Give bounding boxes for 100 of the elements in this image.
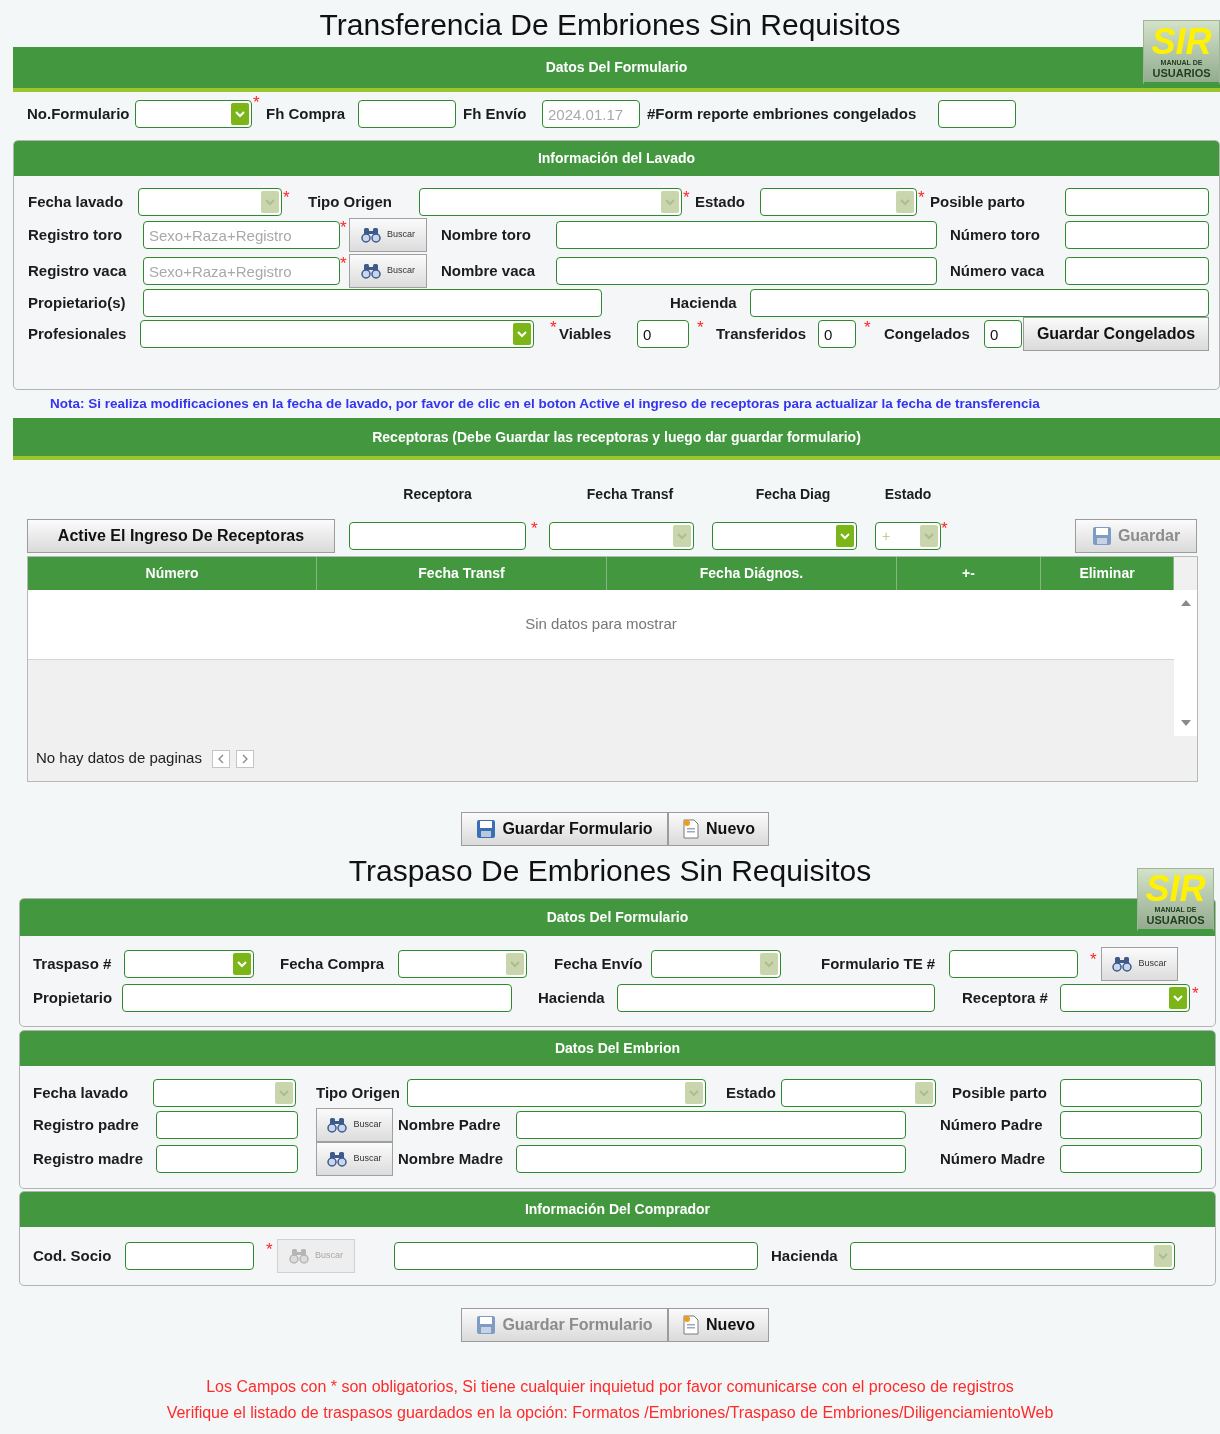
field-label: Traspaso # [33, 953, 113, 974]
field-label: Nombre Padre [398, 1114, 502, 1135]
text-field[interactable] [1060, 1111, 1202, 1139]
field-label: Hacienda [771, 1245, 839, 1266]
field-label: Receptora # [962, 987, 1049, 1008]
chevron-down-icon [1154, 1245, 1172, 1267]
chevron-down-icon [673, 525, 691, 547]
section-header: Información del Lavado [14, 141, 1219, 176]
text-field[interactable]: 0 [818, 320, 856, 348]
page-title: Transferencia De Embriones Sin Requisitos [319, 6, 901, 43]
logo-subtitle: USUARIOS [1152, 66, 1211, 79]
binoculars-icon [361, 263, 381, 279]
dropdown-field[interactable] [1060, 984, 1190, 1012]
field-label: Registro padre [33, 1114, 140, 1135]
chevron-down-icon [896, 191, 914, 213]
chevron-down-icon [513, 323, 531, 345]
required-mark: * [941, 518, 949, 537]
text-field[interactable]: Sexo+Raza+Registro [143, 221, 340, 249]
text-field[interactable] [1065, 221, 1209, 249]
field-label: Tipo Origen [308, 191, 393, 212]
text-field[interactable] [143, 289, 602, 317]
required-mark: * [918, 187, 926, 206]
field-label: Posible parto [952, 1082, 1049, 1103]
text-field[interactable] [122, 984, 512, 1012]
required-mark: * [266, 1239, 274, 1258]
action-button[interactable]: Guardar Congelados [1023, 317, 1209, 351]
field-label: Número Padre [940, 1114, 1044, 1135]
chevron-down-icon [233, 953, 251, 975]
text-field[interactable] [394, 1242, 758, 1270]
search-button[interactable]: Buscar [1101, 947, 1178, 981]
dropdown-field[interactable] [124, 950, 254, 978]
field-label: Congelados [884, 323, 971, 344]
new-document-icon [682, 1315, 701, 1335]
action-button[interactable]: Nuevo [668, 1308, 769, 1342]
field-label: No.Formulario [27, 103, 131, 124]
previous-page-button[interactable] [211, 749, 230, 768]
field-label: Propietario(s) [28, 292, 127, 313]
action-button[interactable]: Guardar Formulario [461, 812, 668, 846]
dropdown-field[interactable] [140, 320, 534, 348]
chevron-down-icon [275, 1082, 293, 1104]
search-button[interactable]: Buscar [349, 254, 427, 288]
binoculars-icon [327, 1151, 348, 1167]
binoculars-icon [327, 1117, 348, 1133]
chevron-down-icon [1169, 987, 1187, 1009]
action-button[interactable]: Active El Ingreso De Receptoras [27, 519, 335, 553]
field-label: Nombre Madre [398, 1148, 505, 1169]
column-label: Fecha Transf [585, 484, 675, 504]
text-field[interactable]: 2024.01.17 [542, 100, 640, 128]
text-field[interactable] [938, 100, 1016, 128]
action-button[interactable]: Nuevo [668, 812, 769, 846]
field-label: Registro vaca [28, 260, 128, 281]
scrollbar[interactable] [1174, 590, 1197, 736]
chevron-down-icon [836, 525, 854, 547]
text-field[interactable] [1065, 188, 1209, 216]
field-label: Estado [726, 1082, 777, 1103]
search-button[interactable]: Buscar [316, 1142, 393, 1176]
required-mark: * [340, 217, 348, 236]
text-field[interactable] [349, 522, 526, 550]
chevron-down-icon [760, 953, 778, 975]
text-field[interactable] [617, 984, 935, 1012]
text-field[interactable]: 0 [984, 320, 1022, 348]
next-page-button[interactable] [235, 749, 254, 768]
chevron-down-icon [506, 953, 524, 975]
required-mark: * [864, 317, 872, 336]
triangle-up-icon [1180, 600, 1191, 606]
text-field[interactable] [156, 1111, 298, 1139]
field-label: Fecha Compra [280, 953, 386, 974]
field-label: Hacienda [670, 292, 738, 313]
text-field[interactable] [556, 221, 937, 249]
required-mark: * [683, 187, 691, 206]
required-mark: * [340, 253, 348, 272]
field-label: Número vaca [950, 260, 1046, 281]
field-label: Estado [695, 191, 746, 212]
field-label: Número Madre [940, 1148, 1047, 1169]
field-label: Viables [559, 323, 613, 344]
text-field[interactable] [125, 1242, 254, 1270]
text-field[interactable]: Sexo+Raza+Registro [143, 257, 340, 285]
field-label: Registro toro [28, 224, 124, 245]
chevron-down-icon [920, 525, 938, 547]
chevron-down-icon [661, 191, 679, 213]
text-field[interactable] [358, 100, 456, 128]
dropdown-field[interactable] [135, 100, 252, 128]
field-label: Propietario [33, 987, 114, 1008]
column-header: Fecha Transf [317, 557, 607, 590]
text-field[interactable] [1060, 1079, 1202, 1107]
text-field[interactable] [556, 257, 937, 285]
binoculars-icon [1112, 956, 1133, 972]
text-field[interactable]: 0 [637, 320, 689, 348]
search-button[interactable]: Buscar [349, 218, 427, 252]
text-field[interactable] [156, 1145, 298, 1173]
text-field[interactable] [949, 950, 1078, 978]
section-header: Información Del Comprador [20, 1192, 1215, 1227]
required-mark: * [283, 187, 291, 206]
text-field[interactable] [1060, 1145, 1202, 1173]
text-field[interactable] [750, 289, 1209, 317]
dropdown-field[interactable] [712, 522, 857, 550]
text-field[interactable] [1065, 257, 1209, 285]
text-field[interactable] [516, 1111, 906, 1139]
search-button[interactable]: Buscar [316, 1108, 393, 1142]
text-field[interactable] [516, 1145, 906, 1173]
